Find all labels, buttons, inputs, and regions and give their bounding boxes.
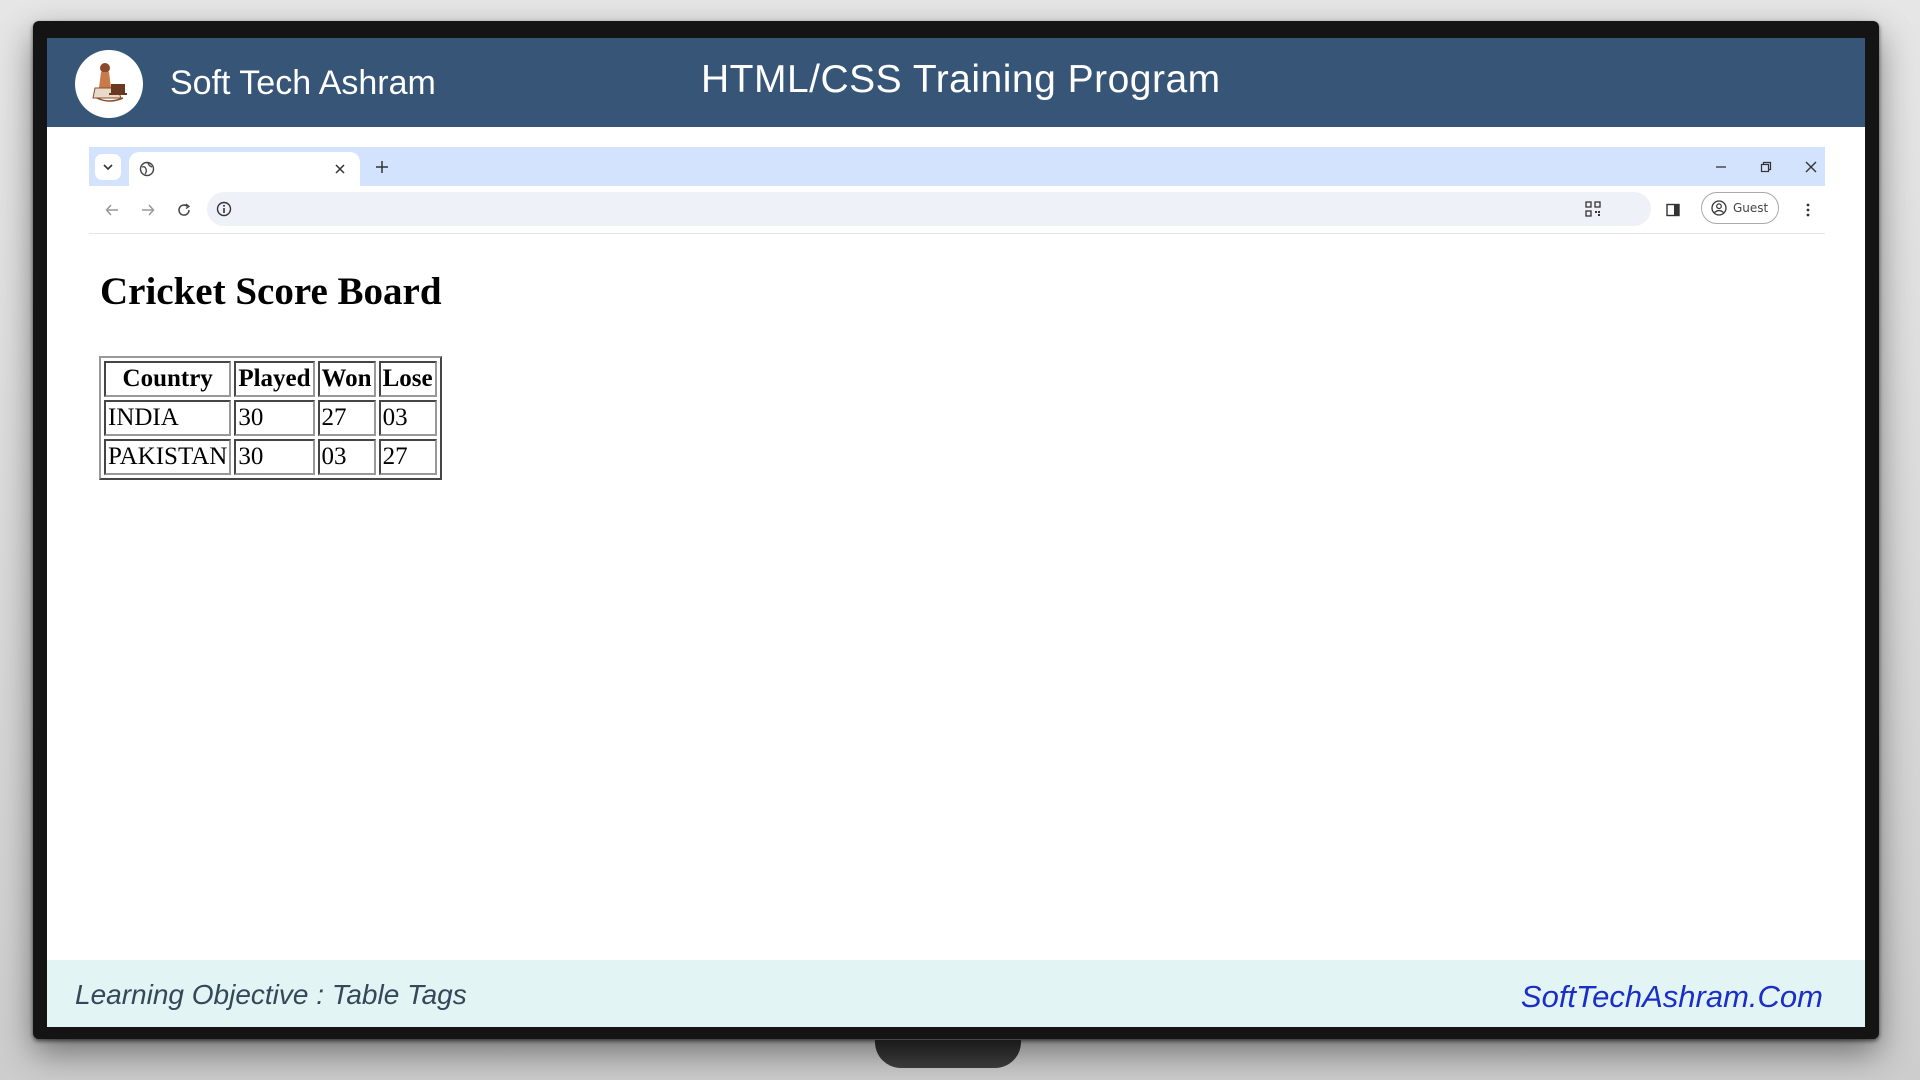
profile-label: Guest xyxy=(1733,201,1769,215)
more-menu-icon[interactable] xyxy=(1795,197,1821,223)
cell-lose: 27 xyxy=(378,439,437,475)
cell-played: 30 xyxy=(234,400,315,436)
site-link[interactable]: SoftTechAshram.Com xyxy=(1521,979,1823,1015)
restore-icon[interactable] xyxy=(1754,155,1778,179)
header-won: Won xyxy=(317,361,376,397)
header-played: Played xyxy=(234,361,315,397)
window-close-icon[interactable] xyxy=(1799,155,1823,179)
learning-objective: Learning Objective : Table Tags xyxy=(75,979,467,1010)
header-country: Country xyxy=(104,361,232,397)
forward-arrow-icon[interactable] xyxy=(135,197,161,223)
browser-window: Guest Cricket Score Board Country Played… xyxy=(89,147,1825,993)
profile-icon xyxy=(1711,200,1727,216)
back-arrow-icon[interactable] xyxy=(99,197,125,223)
brand-name: Soft Tech Ashram xyxy=(170,64,436,102)
address-bar[interactable] xyxy=(207,192,1651,226)
table-row: PAKISTAN 30 03 27 xyxy=(104,439,437,475)
screen: Soft Tech Ashram HTML/CSS Training Progr… xyxy=(47,38,1865,1027)
new-tab-button[interactable] xyxy=(371,156,393,178)
globe-icon xyxy=(139,161,155,177)
cell-country: PAKISTAN xyxy=(104,439,232,475)
course-footer: Learning Objective : Table Tags SoftTech… xyxy=(47,960,1865,1027)
page-heading: Cricket Score Board xyxy=(100,270,442,313)
cell-played: 30 xyxy=(234,439,315,475)
profile-button[interactable]: Guest xyxy=(1701,192,1779,224)
plus-icon xyxy=(376,161,388,173)
minimize-icon[interactable] xyxy=(1709,155,1733,179)
cell-lose: 03 xyxy=(378,400,437,436)
cell-won: 03 xyxy=(317,439,376,475)
course-header: Soft Tech Ashram HTML/CSS Training Progr… xyxy=(47,38,1865,127)
table-row: INDIA 30 27 03 xyxy=(104,400,437,436)
brand-logo xyxy=(75,50,143,118)
info-icon[interactable] xyxy=(215,200,233,218)
cell-country: INDIA xyxy=(104,400,232,436)
program-title: HTML/CSS Training Program xyxy=(701,58,1221,101)
browser-tab[interactable] xyxy=(129,152,360,186)
close-icon[interactable] xyxy=(330,159,350,179)
page-viewport: Cricket Score Board Country Played Won L… xyxy=(89,234,1825,993)
browser-toolbar: Guest xyxy=(89,186,1825,234)
header-lose: Lose xyxy=(378,361,437,397)
tab-search-icon[interactable] xyxy=(95,154,121,180)
tab-strip xyxy=(89,147,1825,186)
cell-won: 27 xyxy=(317,400,376,436)
score-table: Country Played Won Lose INDIA 30 27 03 P… xyxy=(99,356,442,480)
reload-icon[interactable] xyxy=(171,197,197,223)
side-panel-icon[interactable] xyxy=(1660,197,1686,223)
sage-logo-icon xyxy=(92,63,127,102)
monitor-stand xyxy=(875,1040,1021,1068)
qr-code-icon[interactable] xyxy=(1583,199,1603,219)
table-header-row: Country Played Won Lose xyxy=(104,361,437,397)
